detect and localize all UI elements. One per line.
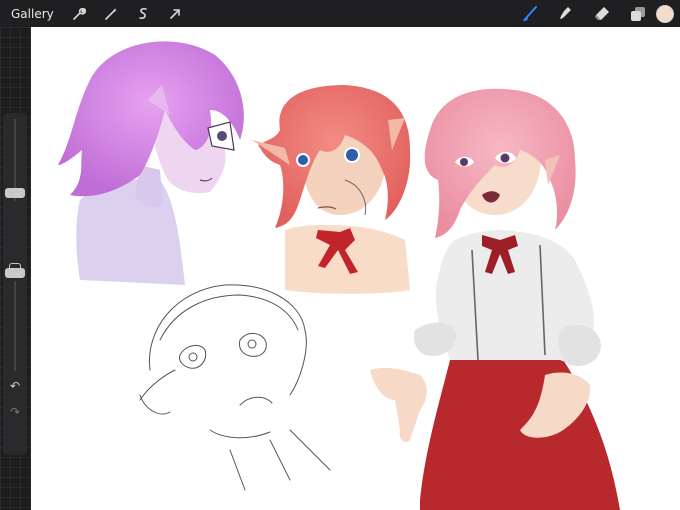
red-haired-elf-bust xyxy=(252,85,411,294)
layers-icon[interactable] xyxy=(620,0,656,27)
opacity-slider[interactable] xyxy=(5,268,25,278)
color-picker-swatch[interactable] xyxy=(656,4,674,23)
brush-size-slider[interactable] xyxy=(5,188,25,198)
sidebar-panel: ↶ ↷ xyxy=(3,113,27,455)
eraser-icon[interactable] xyxy=(584,0,620,27)
opacity-track xyxy=(14,281,16,371)
smudge-icon[interactable] xyxy=(548,0,584,27)
line-sketch-head xyxy=(139,284,331,491)
undo-icon[interactable]: ↶ xyxy=(8,379,22,393)
brush-icon[interactable] xyxy=(512,0,548,27)
top-toolbar: Gallery xyxy=(0,0,680,27)
transform-arrow-icon[interactable] xyxy=(162,3,188,25)
gallery-button[interactable]: Gallery xyxy=(11,7,54,21)
drawing-canvas[interactable] xyxy=(31,27,680,510)
left-sidebar: ↶ ↷ xyxy=(0,27,31,510)
purple-haired-elf-portrait xyxy=(58,41,244,285)
right-toolset xyxy=(512,0,680,27)
redo-icon[interactable]: ↷ xyxy=(8,405,22,419)
magic-wand-icon[interactable] xyxy=(98,3,124,25)
selection-icon[interactable] xyxy=(130,3,156,25)
wrench-icon[interactable] xyxy=(66,3,92,25)
artwork xyxy=(58,41,620,510)
